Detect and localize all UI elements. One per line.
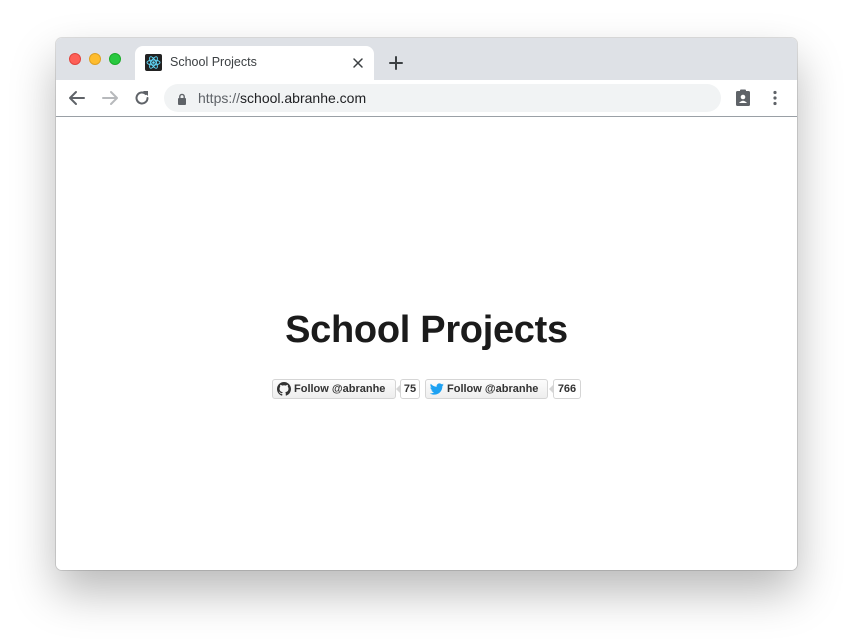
url-text[interactable]: https://school.abranhe.com [198,90,366,106]
tab-title: School Projects [170,55,257,69]
tab-school-projects[interactable]: School Projects [135,46,374,80]
twitter-bird-icon [429,382,444,396]
window-minimize-button[interactable] [89,53,101,65]
lock-icon[interactable] [176,92,188,105]
twitter-follower-count[interactable]: 766 [549,379,581,399]
github-follower-count[interactable]: 75 [396,379,420,399]
window-close-button[interactable] [69,53,81,65]
browser-window: School Projects https://school.abranhe.c… [56,38,797,570]
browser-toolbar: https://school.abranhe.com [56,80,797,117]
url-host: school.abranhe.com [240,90,367,106]
page-title: School Projects [285,309,568,351]
reload-icon[interactable] [132,88,152,108]
url-scheme: https:// [198,90,241,106]
page-content: School Projects Follow @abranhe 75 Follo… [56,117,797,570]
github-follow-button[interactable]: Follow @abranhe [272,379,396,399]
more-vertical-icon[interactable] [765,88,785,108]
window-maximize-button[interactable] [109,53,121,65]
github-follow-label: Follow @abranhe [294,383,386,395]
plus-icon[interactable] [386,53,406,73]
back-arrow-icon[interactable] [67,88,87,108]
github-icon [277,382,291,396]
clipboard-profile-icon[interactable] [733,88,753,108]
address-bar[interactable]: https://school.abranhe.com [164,84,721,112]
twitter-follow-label: Follow @abranhe [447,383,539,395]
forward-arrow-icon[interactable] [100,88,120,108]
tab-strip: School Projects [56,38,797,80]
twitter-follow-button[interactable]: Follow @abranhe [425,379,548,399]
tab-close-icon[interactable] [350,55,366,71]
react-atom-icon [145,54,162,71]
